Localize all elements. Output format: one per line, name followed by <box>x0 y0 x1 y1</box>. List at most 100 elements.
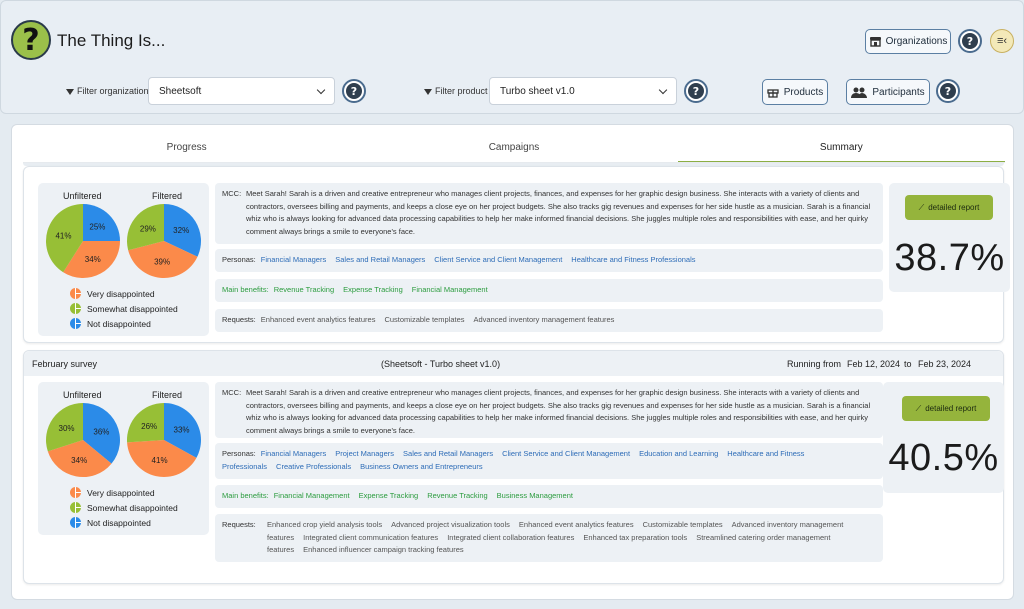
legend-somewhat: Somewhat disappointed <box>70 500 178 515</box>
benefits-block: Main benefits: Financial Management Expens… <box>215 485 883 508</box>
unfiltered-label: Unfiltered <box>63 390 102 400</box>
pie-slice-label: 25% <box>89 223 105 232</box>
pie-icon <box>70 318 81 329</box>
tag-item[interactable]: Client Service and Client Management <box>434 255 562 264</box>
organization-select[interactable]: Sheetsoft <box>148 77 335 105</box>
mcc-block: MCC: Meet Sarah! Sarah is a driven and c… <box>215 183 883 244</box>
filter-org-label-text: Filter organization <box>77 86 149 96</box>
trend-icon: ⟋ <box>915 403 922 413</box>
pie-legend: Very disappointed Somewhat disappointed … <box>70 485 178 530</box>
survey-card-header: February survey (Sheetsoft - Turbo sheet… <box>24 351 1003 376</box>
product-select[interactable]: Turbo sheet v1.0 <box>489 77 677 105</box>
chevron-down-icon <box>316 85 326 94</box>
requests-key: Requests: <box>222 315 256 324</box>
help-icon[interactable]: ? <box>684 79 708 103</box>
help-icon[interactable]: ? <box>342 79 366 103</box>
pie-slice-label: 34% <box>85 255 101 264</box>
personas-block: Personas: Financial Managers Project Manag… <box>215 443 883 479</box>
pie-slice-label: 39% <box>154 257 170 266</box>
product-select-value: Turbo sheet v1.0 <box>500 85 575 97</box>
tag-item[interactable]: Client Service and Client Management <box>502 449 630 458</box>
benefit-list: Revenue Tracking Expense Tracking Financia… <box>274 285 497 294</box>
legend-not: Not disappointed <box>70 316 178 331</box>
score-panel: ⟋ detailed report 38.7% <box>889 183 1010 292</box>
pie-slice-label: 36% <box>93 427 109 436</box>
requests-block: Requests: Enhanced crop yield analysis to… <box>215 514 883 562</box>
tag-item[interactable]: Project Managers <box>335 449 394 458</box>
tag-item: Enhanced tax preparation tools <box>583 532 688 542</box>
pie-slice-label: 32% <box>173 226 189 235</box>
organizations-button[interactable]: Organizations <box>865 29 951 54</box>
legend-somewhat-label: Somewhat disappointed <box>87 502 178 513</box>
tag-item: Customizable templates <box>642 520 723 529</box>
unfiltered-label: Unfiltered <box>63 191 102 201</box>
tag-item: Customizable templates <box>384 315 465 324</box>
survey-card: February survey (Sheetsoft - Turbo sheet… <box>23 350 1004 584</box>
filter-product-label-text: Filter product <box>435 86 488 96</box>
help-icon[interactable]: ? <box>958 29 982 53</box>
detailed-report-button[interactable]: ⟋ detailed report <box>905 195 993 220</box>
help-icon[interactable]: ? <box>936 79 960 103</box>
participants-button[interactable]: Participants <box>846 79 930 105</box>
benefits-key: Main benefits: <box>222 285 269 294</box>
tag-item: Advanced project visualization tools <box>391 520 510 529</box>
survey-product: (Sheetsoft - Turbo sheet v1.0) <box>381 359 501 369</box>
mcc-text: Meet Sarah! Sarah is a driven and creati… <box>246 388 871 435</box>
filtered-pie-chart: 33% 41% 26% <box>127 403 201 477</box>
tag-item: Revenue Tracking <box>273 285 335 294</box>
filtered-label: Filtered <box>152 390 183 400</box>
tag-item[interactable]: Sales and Retail Managers <box>403 449 493 458</box>
mcc-text: Meet Sarah! Sarah is a driven and creati… <box>246 189 871 236</box>
pie-icon <box>70 288 81 299</box>
legend-not-label: Not disappointed <box>87 517 151 528</box>
users-icon <box>851 87 868 98</box>
detailed-report-button[interactable]: ⟋ detailed report <box>902 396 990 421</box>
menu-collapse-icon[interactable]: ≡‹ <box>990 29 1014 53</box>
request-list: Enhanced crop yield analysis tools Advanc… <box>267 520 843 554</box>
tag-item: Enhanced event analytics features <box>260 315 376 324</box>
tag-item[interactable]: Healthcare and Fitness Professionals <box>571 255 695 264</box>
persona-list: Financial Managers Project Managers Sales … <box>222 449 804 471</box>
requests-block: Requests: Enhanced event analytics featur… <box>215 309 883 332</box>
pie-slice-label: 33% <box>174 426 190 435</box>
tab-progress[interactable]: Progress <box>23 133 350 162</box>
legend-very: Very disappointed <box>70 485 178 500</box>
tag-item[interactable]: Education and Learning <box>639 449 718 458</box>
tag-item[interactable]: Sales and Retail Managers <box>335 255 425 264</box>
pie-legend: Very disappointed Somewhat disappointed … <box>70 286 178 331</box>
running-from-label: Running from <box>787 359 842 369</box>
unfiltered-pie-chart: 25% 34% 41% <box>45 204 120 278</box>
summary-scroll-area[interactable]: Unfiltered Filtered 25% 34% 41% 32% 39% 29% … <box>12 163 1013 599</box>
main-panel: Progress Campaigns Summary Unfiltered Fi… <box>11 124 1014 600</box>
benefits-block: Main benefits: Revenue Tracking Expense Tr… <box>215 279 883 302</box>
detailed-report-label: detailed report <box>925 404 977 413</box>
unfiltered-pie-chart: 36% 34% 30% <box>45 403 120 477</box>
top-header: ? The Thing Is... Organizations ? ≡‹ Fil… <box>0 0 1024 114</box>
tag-item[interactable]: Financial Managers <box>261 449 326 458</box>
pie-icon <box>70 303 81 314</box>
tag-item[interactable]: Creative Professionals <box>276 462 351 471</box>
tag-item[interactable]: Financial Managers <box>261 255 326 264</box>
chevron-down-icon <box>658 85 668 94</box>
tab-campaigns[interactable]: Campaigns <box>350 133 677 162</box>
detailed-report-label: detailed report <box>928 203 980 212</box>
pie-charts-panel: Unfiltered Filtered 36% 34% 30% 33% 41% 26% … <box>38 382 209 535</box>
tag-item[interactable]: Business Owners and Entrepreneurs <box>360 462 483 471</box>
legend-very-label: Very disappointed <box>87 288 155 299</box>
pie-slice-label: 34% <box>71 456 87 465</box>
trend-icon: ⟋ <box>918 202 925 212</box>
tab-bar: Progress Campaigns Summary <box>23 133 1005 163</box>
filtered-label: Filtered <box>152 191 183 201</box>
products-button[interactable]: Products <box>762 79 828 105</box>
pie-slice-label: 41% <box>152 456 168 465</box>
requests-key: Requests: <box>222 520 256 529</box>
filter-product-label: Filter product <box>424 86 488 96</box>
tab-summary[interactable]: Summary <box>677 133 1005 162</box>
organization-select-value: Sheetsoft <box>159 85 202 97</box>
tag-item: Enhanced crop yield analysis tools <box>267 520 383 529</box>
tag-item: Integrated client communication features <box>303 532 439 542</box>
tag-item: Enhanced event analytics features <box>518 520 634 529</box>
personas-key: Personas: <box>222 255 256 264</box>
pie-icon <box>70 517 81 528</box>
legend-very-label: Very disappointed <box>87 487 155 498</box>
